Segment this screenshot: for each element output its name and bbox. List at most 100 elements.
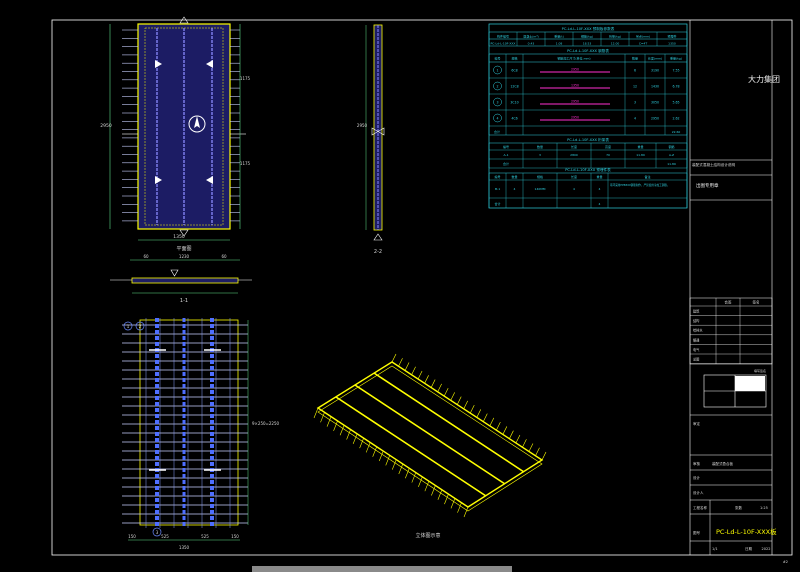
table-cell: 钢筋 [668,144,674,149]
parameter-tables: PC-Ld-L-10F-XXX 预制板参数表 构件编号 混凝土(m³) 重量(t) 钢… [488,23,688,209]
svg-text:2: 2 [139,324,142,329]
table-cell: 编号 [503,144,509,149]
page-number: #2 [783,560,788,564]
svg-text:60: 60 [221,254,227,259]
table-cell: 编号 [494,174,500,179]
svg-text:设计人: 设计人 [693,490,704,495]
table-cell: 混凝土(m³) [523,34,538,39]
table-cell: 12 [633,85,637,89]
svg-text:1:25: 1:25 [760,506,768,510]
section-1-title: 1-1 [180,298,188,304]
table4-title: PC-Ld-L-10F-XXX 预埋件表 [565,167,611,172]
table-cell: 2950 [571,100,579,104]
table-cell: 7.55 [672,69,679,73]
plan-title: 平面图 [176,246,191,252]
table-cell: 备注 [644,174,650,179]
table-cell: 1 [496,69,498,73]
table-cell: 4 [573,187,575,191]
table-cell: 6C8 [511,69,517,73]
table-cell: 合计 [494,129,500,134]
table-cell: 高度 [605,144,611,149]
table-cell: 3C10 [510,101,518,105]
plan-side-dim: 1175 [240,76,251,81]
cad-drawing-canvas[interactable]: 1350 2950 1175 1175 平面图 60 1230 60 1-1 2… [0,0,800,572]
table-cell: 重量(t) [554,34,564,39]
table-cell: 吊环采用HPB300钢筋制作，严禁使用冷加工钢筋。 [610,183,670,187]
table-cell: 4 [599,187,601,191]
table-cell: 1350 [668,42,676,46]
table-cell: 钢筋(kg) [581,34,593,39]
plan-side-dim: 1175 [240,161,251,166]
table-cell: 重量 [596,174,602,179]
table-cell: 1430 [651,85,659,89]
table-cell: 1350 [571,84,579,88]
svg-text:张数: 张数 [735,505,743,510]
title-block: 大力集团 装配式混凝土结构设计说明 出图专用章 会签 签名建筑结构给排水暖通电气总… [689,20,780,555]
table-cell: 70 [606,153,610,157]
table-cell: M-1 [495,187,501,191]
table-cell: 140MM [535,187,546,191]
table-cell: 3190 [651,69,659,73]
table-cell: 规格 [511,56,517,61]
table-cell: 18.53 [583,42,592,46]
table-cell: 22.60 [672,130,681,134]
table-cell: 6.78 [672,85,679,89]
table-cell: 2.62 [672,117,679,121]
table-cell: 11.89 [667,162,676,166]
project-note: 装配式混凝土结构设计说明 [692,162,736,167]
plan-height-dim: 2950 [100,123,112,129]
table-cell: 3 [539,153,541,157]
svg-text:2022: 2022 [762,547,771,551]
drawing-code: PC-Ld-L-10F-XXX板 [716,527,777,536]
svg-text:审定: 审定 [693,421,701,426]
table-cell: 6 [634,69,636,73]
svg-text:60: 60 [143,254,149,259]
table-cell: 数量 [537,144,543,149]
table1-title: PC-Ld-L-10F-XXX 预制板参数表 [562,26,615,31]
isometric-view: 立体图示意 [313,353,547,539]
table-cell: 长度 [571,174,577,179]
table-cell: 3 [496,101,498,105]
svg-text:150: 150 [128,534,136,539]
svg-text:1: 1 [127,324,130,329]
svg-text:工程名称: 工程名称 [693,505,707,510]
svg-text:日期: 日期 [745,546,753,551]
table-cell: 4 [496,117,498,121]
table2-title: PC-Ld-L-10F-XXX 钢筋表 [567,48,609,53]
rebar-plan: 1 2 3 9×250=2250 150 525 525 150 1350 [122,318,280,550]
table-cell: 合计 [503,161,509,166]
horizontal-scrollbar[interactable] [252,566,512,572]
table-cell: A-1 [504,153,509,157]
sign-row-label: 给排水 [693,328,703,333]
svg-text:3: 3 [156,530,159,535]
table-cell: 编号 [494,56,500,61]
svg-text:设计: 设计 [693,475,701,480]
table-cell: 钢筋加工尺寸(单位:mm) [557,56,590,61]
table-cell: 3050 [651,101,659,105]
table-cell: 3 [634,101,636,105]
svg-text:525: 525 [161,534,169,539]
table-cell: 2800 [570,153,578,157]
table-cell: 重量(kg) [670,56,682,61]
table-cell: A-Z [669,153,674,157]
table-cell: 桁架(kg) [609,34,621,39]
table-cell: 11.89 [636,153,645,157]
table-cell: 4 [634,117,636,121]
table-cell: 预埋件 [667,34,676,39]
table-cell: 吊点(mm) [636,34,650,39]
table-cell: 0.43 [528,42,535,46]
table-cell: C=4T [639,42,648,46]
svg-text:装配式叠合板: 装配式叠合板 [712,461,733,466]
table-cell: 长度 [571,144,577,149]
table-cell: 4 [599,202,601,206]
table-cell: 12C8 [510,85,518,89]
stamp-label: 出图专用章 [696,182,719,189]
company-name: 大力集团 [748,74,780,84]
sign-row-label: 暖通 [693,337,700,342]
table-cell: 4 [514,187,516,191]
table-cell: 规格 [537,174,543,179]
table-cell: 长度(mm) [648,56,662,61]
plan-width-dim: 1350 [173,234,185,240]
sign-row-label: 结构 [693,318,699,323]
svg-text:填写签名: 填写签名 [754,368,766,373]
